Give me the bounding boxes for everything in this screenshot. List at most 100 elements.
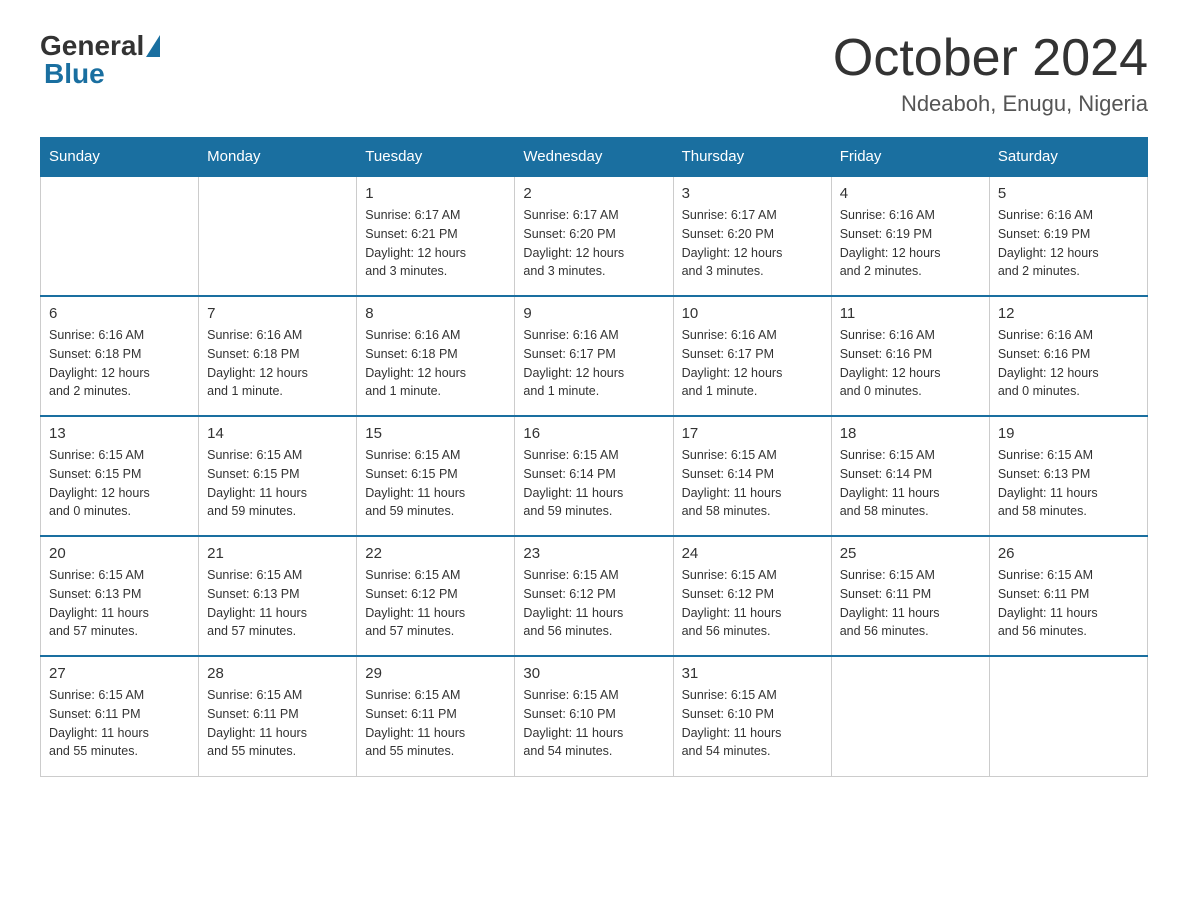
calendar-cell: 11 Sunrise: 6:16 AM Sunset: 6:16 PM Dayli… <box>831 296 989 416</box>
day-info: Sunrise: 6:16 AM Sunset: 6:17 PM Dayligh… <box>682 326 823 401</box>
logo: General Blue <box>40 30 162 90</box>
weekday-header-friday: Friday <box>831 138 989 177</box>
calendar-cell: 19 Sunrise: 6:15 AM Sunset: 6:13 PM Dayli… <box>989 416 1147 536</box>
calendar-title: October 2024 <box>833 30 1148 87</box>
day-info: Sunrise: 6:16 AM Sunset: 6:16 PM Dayligh… <box>998 326 1139 401</box>
calendar-week-row: 27 Sunrise: 6:15 AM Sunset: 6:11 PM Dayli… <box>41 656 1148 776</box>
day-number: 30 <box>523 665 664 682</box>
day-number: 25 <box>840 545 981 562</box>
day-number: 27 <box>49 665 190 682</box>
day-info: Sunrise: 6:15 AM Sunset: 6:11 PM Dayligh… <box>207 686 348 761</box>
day-number: 18 <box>840 425 981 442</box>
weekday-header-sunday: Sunday <box>41 138 199 177</box>
calendar-cell: 1Sunrise: 6:17 AM Sunset: 6:21 PM Daylig… <box>357 176 515 296</box>
day-number: 11 <box>840 305 981 322</box>
calendar-cell: 15Sunrise: 6:15 AM Sunset: 6:15 PM Dayli… <box>357 416 515 536</box>
day-number: 2 <box>523 185 664 202</box>
day-info: Sunrise: 6:15 AM Sunset: 6:15 PM Dayligh… <box>207 446 348 521</box>
calendar-cell: 8 Sunrise: 6:16 AM Sunset: 6:18 PM Daylig… <box>357 296 515 416</box>
day-info: Sunrise: 6:15 AM Sunset: 6:15 PM Dayligh… <box>49 446 190 521</box>
day-info: Sunrise: 6:15 AM Sunset: 6:11 PM Dayligh… <box>49 686 190 761</box>
day-info: Sunrise: 6:15 AM Sunset: 6:13 PM Dayligh… <box>207 566 348 641</box>
calendar-cell <box>831 656 989 776</box>
logo-blue-text: Blue <box>44 58 105 89</box>
day-number: 19 <box>998 425 1139 442</box>
calendar-cell <box>989 656 1147 776</box>
day-info: Sunrise: 6:16 AM Sunset: 6:18 PM Dayligh… <box>49 326 190 401</box>
calendar-cell: 21 Sunrise: 6:15 AM Sunset: 6:13 PM Dayli… <box>199 536 357 656</box>
day-number: 1 <box>365 185 506 202</box>
day-number: 24 <box>682 545 823 562</box>
day-number: 29 <box>365 665 506 682</box>
calendar-cell <box>199 176 357 296</box>
calendar-cell <box>41 176 199 296</box>
day-info: Sunrise: 6:17 AM Sunset: 6:20 PM Dayligh… <box>523 206 664 281</box>
calendar-cell: 22Sunrise: 6:15 AM Sunset: 6:12 PM Dayli… <box>357 536 515 656</box>
day-number: 4 <box>840 185 981 202</box>
calendar-cell: 25 Sunrise: 6:15 AM Sunset: 6:11 PM Dayli… <box>831 536 989 656</box>
weekday-header-saturday: Saturday <box>989 138 1147 177</box>
calendar-cell: 3 Sunrise: 6:17 AM Sunset: 6:20 PM Daylig… <box>673 176 831 296</box>
day-number: 26 <box>998 545 1139 562</box>
day-info: Sunrise: 6:16 AM Sunset: 6:19 PM Dayligh… <box>998 206 1139 281</box>
weekday-header-monday: Monday <box>199 138 357 177</box>
calendar-week-row: 20 Sunrise: 6:15 AM Sunset: 6:13 PM Dayli… <box>41 536 1148 656</box>
day-info: Sunrise: 6:15 AM Sunset: 6:12 PM Dayligh… <box>682 566 823 641</box>
calendar-cell: 9Sunrise: 6:16 AM Sunset: 6:17 PM Daylig… <box>515 296 673 416</box>
calendar-cell: 4 Sunrise: 6:16 AM Sunset: 6:19 PM Daylig… <box>831 176 989 296</box>
day-number: 31 <box>682 665 823 682</box>
calendar-cell: 31Sunrise: 6:15 AM Sunset: 6:10 PM Dayli… <box>673 656 831 776</box>
day-info: Sunrise: 6:16 AM Sunset: 6:19 PM Dayligh… <box>840 206 981 281</box>
calendar-cell: 26 Sunrise: 6:15 AM Sunset: 6:11 PM Dayli… <box>989 536 1147 656</box>
day-number: 21 <box>207 545 348 562</box>
day-number: 8 <box>365 305 506 322</box>
day-number: 9 <box>523 305 664 322</box>
calendar-cell: 20 Sunrise: 6:15 AM Sunset: 6:13 PM Dayli… <box>41 536 199 656</box>
day-info: Sunrise: 6:15 AM Sunset: 6:14 PM Dayligh… <box>523 446 664 521</box>
calendar-cell: 18 Sunrise: 6:15 AM Sunset: 6:14 PM Dayli… <box>831 416 989 536</box>
calendar-cell: 30 Sunrise: 6:15 AM Sunset: 6:10 PM Dayli… <box>515 656 673 776</box>
page-header: General Blue October 2024 Ndeaboh, Enugu… <box>40 30 1148 117</box>
weekday-header-tuesday: Tuesday <box>357 138 515 177</box>
calendar-cell: 5Sunrise: 6:16 AM Sunset: 6:19 PM Daylig… <box>989 176 1147 296</box>
calendar-cell: 23 Sunrise: 6:15 AM Sunset: 6:12 PM Dayli… <box>515 536 673 656</box>
calendar-cell: 28 Sunrise: 6:15 AM Sunset: 6:11 PM Dayli… <box>199 656 357 776</box>
calendar-cell: 7Sunrise: 6:16 AM Sunset: 6:18 PM Daylig… <box>199 296 357 416</box>
day-number: 16 <box>523 425 664 442</box>
day-info: Sunrise: 6:17 AM Sunset: 6:20 PM Dayligh… <box>682 206 823 281</box>
calendar-cell: 27 Sunrise: 6:15 AM Sunset: 6:11 PM Dayli… <box>41 656 199 776</box>
day-number: 22 <box>365 545 506 562</box>
calendar-cell: 24 Sunrise: 6:15 AM Sunset: 6:12 PM Dayli… <box>673 536 831 656</box>
day-info: Sunrise: 6:15 AM Sunset: 6:13 PM Dayligh… <box>998 446 1139 521</box>
calendar-cell: 17Sunrise: 6:15 AM Sunset: 6:14 PM Dayli… <box>673 416 831 536</box>
day-info: Sunrise: 6:16 AM Sunset: 6:16 PM Dayligh… <box>840 326 981 401</box>
day-number: 17 <box>682 425 823 442</box>
title-area: October 2024 Ndeaboh, Enugu, Nigeria <box>833 30 1148 117</box>
day-number: 10 <box>682 305 823 322</box>
day-info: Sunrise: 6:15 AM Sunset: 6:13 PM Dayligh… <box>49 566 190 641</box>
day-number: 28 <box>207 665 348 682</box>
day-number: 15 <box>365 425 506 442</box>
day-info: Sunrise: 6:15 AM Sunset: 6:10 PM Dayligh… <box>523 686 664 761</box>
day-info: Sunrise: 6:15 AM Sunset: 6:12 PM Dayligh… <box>523 566 664 641</box>
day-info: Sunrise: 6:15 AM Sunset: 6:11 PM Dayligh… <box>998 566 1139 641</box>
calendar-table: SundayMondayTuesdayWednesdayThursdayFrid… <box>40 137 1148 777</box>
calendar-subtitle: Ndeaboh, Enugu, Nigeria <box>833 91 1148 117</box>
day-number: 20 <box>49 545 190 562</box>
day-number: 23 <box>523 545 664 562</box>
weekday-header-wednesday: Wednesday <box>515 138 673 177</box>
calendar-week-row: 6 Sunrise: 6:16 AM Sunset: 6:18 PM Daylig… <box>41 296 1148 416</box>
day-info: Sunrise: 6:16 AM Sunset: 6:18 PM Dayligh… <box>365 326 506 401</box>
calendar-cell: 13Sunrise: 6:15 AM Sunset: 6:15 PM Dayli… <box>41 416 199 536</box>
weekday-header-thursday: Thursday <box>673 138 831 177</box>
day-info: Sunrise: 6:15 AM Sunset: 6:11 PM Dayligh… <box>840 566 981 641</box>
day-number: 6 <box>49 305 190 322</box>
day-number: 7 <box>207 305 348 322</box>
day-info: Sunrise: 6:15 AM Sunset: 6:14 PM Dayligh… <box>840 446 981 521</box>
day-info: Sunrise: 6:15 AM Sunset: 6:11 PM Dayligh… <box>365 686 506 761</box>
day-number: 14 <box>207 425 348 442</box>
day-number: 3 <box>682 185 823 202</box>
header-row: SundayMondayTuesdayWednesdayThursdayFrid… <box>41 138 1148 177</box>
day-number: 12 <box>998 305 1139 322</box>
calendar-cell: 10 Sunrise: 6:16 AM Sunset: 6:17 PM Dayli… <box>673 296 831 416</box>
